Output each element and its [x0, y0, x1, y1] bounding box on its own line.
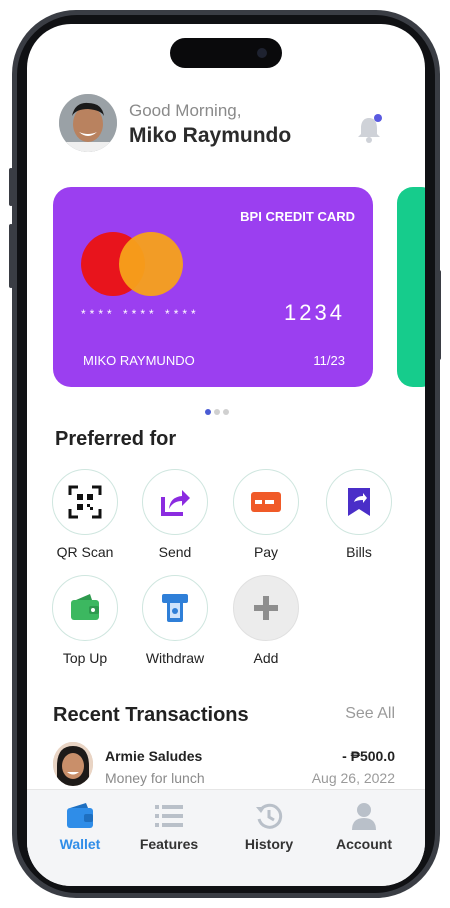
bills-button[interactable]: Bills — [319, 469, 399, 560]
card-title: BPI CREDIT CARD — [240, 209, 355, 224]
plus-icon — [233, 575, 299, 641]
pagination-dot[interactable] — [214, 409, 220, 415]
transaction-name: Armie Saludes — [105, 748, 203, 764]
dynamic-island — [170, 38, 282, 68]
send-icon — [142, 469, 208, 535]
user-name: Miko Raymundo — [129, 124, 292, 147]
action-label: Bills — [346, 544, 372, 560]
tab-label: Features — [139, 836, 199, 852]
action-label: Send — [158, 544, 192, 560]
action-label: Withdraw — [145, 650, 205, 666]
mastercard-logo-icon — [119, 232, 183, 296]
bills-icon — [326, 469, 392, 535]
recent-transactions-title: Recent Transactions — [53, 704, 249, 726]
greeting-text: Good Morning, — [129, 101, 242, 120]
card-masked-number: **** **** **** — [81, 307, 200, 321]
pagination-dot[interactable] — [205, 409, 211, 415]
preferred-title: Preferred for — [55, 428, 177, 450]
tab-history[interactable]: History — [224, 790, 314, 852]
card-holder-name: MIKO RAYMUNDO — [83, 353, 195, 368]
action-label: Pay — [253, 544, 279, 560]
list-icon — [155, 802, 183, 830]
carousel-pagination — [205, 402, 232, 415]
user-avatar[interactable] — [59, 94, 117, 152]
app-screen: Good Morning, Miko Raymundo BPI CREDIT C… — [27, 24, 425, 886]
pagination-dot[interactable] — [223, 409, 229, 415]
add-button[interactable]: Add — [226, 575, 306, 666]
top-up-button[interactable]: Top Up — [45, 575, 125, 666]
tab-label: Wallet — [59, 836, 101, 852]
bottom-tab-bar: Wallet Features History Account — [27, 789, 425, 886]
transaction-amount: - ₱500.0 — [342, 748, 395, 764]
card-expiry: 11/23 — [313, 353, 345, 368]
transaction-date: Aug 26, 2022 — [311, 770, 395, 786]
pay-button[interactable]: Pay — [226, 469, 306, 560]
action-label: Top Up — [62, 650, 108, 666]
send-button[interactable]: Send — [135, 469, 215, 560]
withdraw-icon — [142, 575, 208, 641]
card-last-four: 1234 — [284, 300, 345, 325]
action-label: Add — [253, 650, 279, 666]
phone-side-button — [9, 224, 13, 288]
transaction-note: Money for lunch — [105, 770, 205, 786]
tab-features[interactable]: Features — [124, 790, 214, 852]
qr-scan-button[interactable]: QR Scan — [45, 469, 125, 560]
top-up-icon — [52, 575, 118, 641]
phone-side-button — [9, 168, 13, 206]
credit-card[interactable]: BPI CREDIT CARD **** **** **** 1234 MIKO… — [53, 187, 373, 387]
see-all-link[interactable]: See All — [345, 705, 395, 723]
transaction-avatar — [53, 742, 93, 786]
wallet-icon — [66, 802, 94, 830]
next-card-peek[interactable] — [397, 187, 425, 387]
qr-scan-icon — [52, 469, 118, 535]
tab-label: History — [244, 836, 294, 852]
tab-wallet[interactable]: Wallet — [35, 790, 125, 852]
tab-account[interactable]: Account — [319, 790, 409, 852]
pay-icon — [233, 469, 299, 535]
camera-icon — [257, 48, 267, 58]
tab-label: Account — [336, 836, 392, 852]
action-label: QR Scan — [56, 544, 114, 560]
notification-bell-icon[interactable] — [356, 114, 382, 144]
withdraw-button[interactable]: Withdraw — [135, 575, 215, 666]
user-icon — [350, 802, 378, 830]
phone-side-button — [437, 270, 441, 360]
history-icon — [255, 802, 283, 830]
